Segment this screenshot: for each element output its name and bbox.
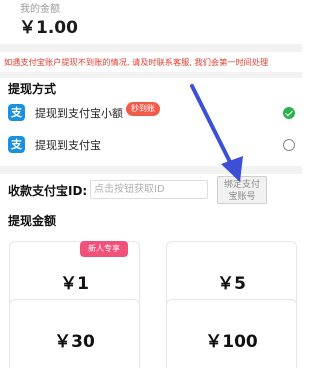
alipay-icon: 支 — [8, 104, 25, 121]
divider — [0, 166, 302, 174]
new-user-badge: 新人专享 — [80, 241, 128, 257]
method-label: 提现到支付宝小额 — [35, 107, 123, 120]
instant-badge: 秒到账 — [126, 102, 160, 116]
withdraw-method-title: 提现方式 — [8, 82, 57, 96]
divider — [0, 44, 302, 52]
unselected-radio[interactable] — [283, 139, 295, 151]
balance-section: 我的金额 ￥1.00 — [0, 0, 302, 44]
alipay-id-input[interactable] — [90, 180, 208, 199]
amount-value: ￥100 — [205, 332, 258, 352]
check-icon — [285, 108, 293, 117]
withdraw-amount-title: 提现金额 — [8, 214, 57, 228]
alipay-icon: 支 — [8, 136, 25, 153]
account-label: 收款支付宝ID: — [8, 184, 88, 198]
amount-option-100[interactable]: ￥100 — [166, 299, 297, 368]
selected-radio[interactable] — [283, 107, 295, 119]
bind-alipay-button[interactable]: 绑定支付 宝账号 — [217, 176, 267, 204]
bind-button-line1: 绑定支付 — [223, 180, 260, 190]
method-label: 提现到支付宝 — [35, 139, 101, 152]
notice-text: 如遇支付宝账户提现不到账的情况, 请及时联系客服, 我们会第一时间处理 — [4, 57, 269, 67]
divider — [0, 72, 302, 78]
balance-amount: ￥1.00 — [19, 18, 78, 38]
method-option-alipay[interactable]: 支 提现到支付宝 — [0, 132, 302, 158]
amount-option-30[interactable]: ￥30 — [9, 299, 140, 368]
amount-value: ￥1 — [60, 274, 89, 294]
amount-value: ￥5 — [217, 274, 246, 294]
alipay-account-row: 收款支付宝ID: 绑定支付 宝账号 — [0, 176, 302, 204]
amount-value: ￥30 — [54, 332, 95, 352]
bind-button-line2: 宝账号 — [228, 192, 256, 202]
method-option-alipay-small[interactable]: 支 提现到支付宝小额 秒到账 — [0, 100, 302, 126]
